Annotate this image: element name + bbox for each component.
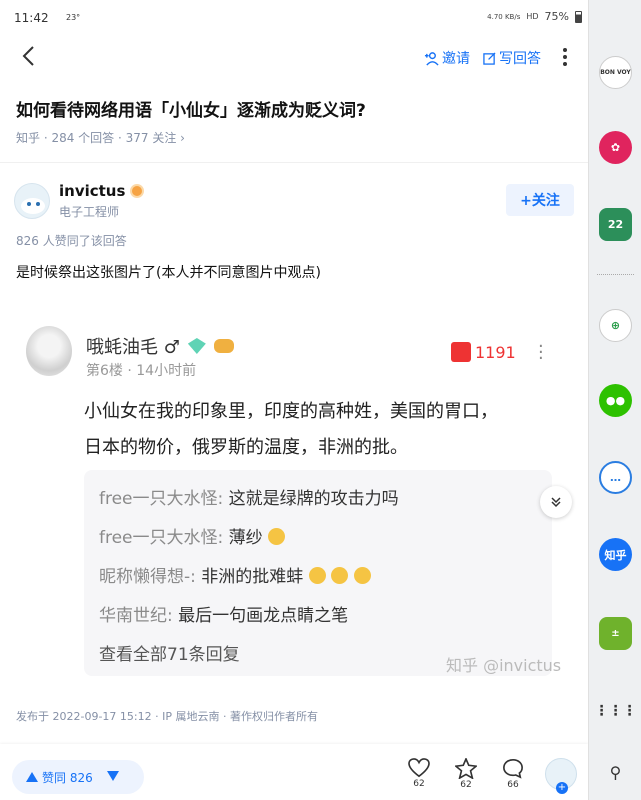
reply-item: free一只大水怪: 这就是绿牌的攻击力吗 [99,484,399,509]
author-job: 电子工程师 [59,205,120,219]
publish-info: 发布于 2022-09-17 15:12 · IP 属地云南 · 著作权归作者所… [16,710,318,723]
more-options-icon[interactable] [560,46,570,68]
like-count: 62 [413,779,425,789]
status-bar: 11:42 23° 4.70 KB/s HD 75% [0,0,588,36]
avatar-image [21,198,45,214]
calculator-app-icon[interactable]: ± [599,617,632,650]
star-icon [455,758,477,779]
invite-label: 邀请 [442,51,470,67]
status-icons: 4.70 KB/s HD 75% [487,10,582,23]
upvote-triangle-icon [26,772,38,782]
chat-app-icon[interactable]: … [599,461,632,494]
translate-app-icon[interactable]: ⊕ [599,309,632,342]
invite-button[interactable]: 邀请 [424,48,470,68]
top-bar: 邀请 写回答 [0,36,588,80]
bonvoy-app-icon[interactable]: BON VOY [599,56,632,89]
write-answer-button[interactable]: 写回答 [483,48,541,68]
question-title[interactable]: 如何看待网络用语「小仙女」逐渐成为贬义词? [16,96,576,121]
apps-grid-icon[interactable]: ⋮⋮⋮ [595,694,637,727]
side-dock: BON VOY ✿ 22 ⊕ ●● … 知乎 ± ⋮⋮⋮ ⚲ [588,0,641,800]
image-username: 哦蚝油毛 ♂ [86,337,180,358]
favorite-button[interactable]: 62 [451,758,481,790]
reply-item: free一只大水怪: 薄纱 [99,523,286,548]
pin-icon[interactable]: ⚲ [599,756,632,789]
reply-name: 昵称懒得想-: [99,567,196,587]
battery-percent: 75% [544,10,569,23]
comment-button[interactable]: 66 [498,758,528,790]
image-watermark: 知乎 @invictus [446,656,562,675]
reply-text: 最后一句画龙点睛之笔 [172,606,349,626]
author-name-row[interactable]: invictus [59,182,145,200]
comment-icon [503,759,523,779]
image-like: 1191 [451,342,516,362]
downvote-triangle-icon [107,771,119,781]
status-temperature: 23° [66,13,81,22]
zhihu-app-label: 知乎 [604,548,627,562]
network-type: HD [526,12,539,21]
calendar-app-icon[interactable]: 22 [599,208,632,241]
author-badge-icon [130,184,145,198]
reply-name: 华南世纪: [99,606,173,626]
reply-name: free一只大水怪: [99,528,224,548]
image-like-count: 1191 [475,342,516,362]
status-time: 11:42 [14,11,49,25]
image-body-line: 日本的物价，俄罗斯的温度，非洲的批。 [84,437,408,458]
view-all-replies: 查看全部71条回复 [99,645,240,665]
expand-chevron-icon[interactable] [540,486,572,518]
reply-item: 昵称懒得想-: 非洲的批难蚌 [99,562,371,587]
gem-badge-icon [187,338,206,354]
image-more-icon: · · · [538,336,544,369]
dock-separator [597,274,634,275]
flower-app-icon[interactable]: ✿ [599,131,632,164]
calendar-day: 22 [607,218,624,231]
answer-text: 是时候祭出这张图片了(本人并不同意图片中观点) [16,265,321,281]
question-meta[interactable]: 知乎 · 284 个回答 · 377 关注 › [16,129,185,146]
vote-pill: 赞同 826 [12,760,144,794]
likes-note: 826 人赞同了该回答 [16,234,127,248]
comment-count: 66 [507,780,519,790]
bonvoy-label: BON VOY [600,69,631,76]
downvote-button[interactable] [107,770,119,784]
image-body-line: 小仙女在我的印象里，印度的高种姓，美国的胃口， [84,401,498,422]
image-user-avatar [26,326,72,376]
wechat-app-icon[interactable]: ●● [599,384,632,417]
image-username-row: 哦蚝油毛 ♂ [86,333,234,359]
thumbs-up-icon [451,342,471,362]
bottom-action-bar: 赞同 826 62 62 66 + [0,744,588,800]
write-answer-label: 写回答 [499,51,541,67]
image-replies: free一只大水怪: 这就是绿牌的攻击力吗 free一只大水怪: 薄纱 昵称懒得… [84,470,552,676]
author-name: invictus [59,182,126,200]
reply-name: free一只大水怪: [99,489,224,509]
heart-icon [408,758,430,778]
emoji-icon [268,528,286,545]
like-button[interactable]: 62 [404,758,434,789]
divider [0,162,588,163]
image-floor-time: 第6楼 · 14小时前 [86,363,197,379]
emoji-icon [353,567,371,584]
reply-text: 非洲的批难蚌 [195,567,304,587]
follow-button[interactable]: +关注 [506,184,574,216]
reply-text: 薄纱 [223,528,263,548]
zhihu-app-icon[interactable]: 知乎 [599,538,632,571]
emoji-icon [331,567,349,584]
reply-item: 华南世纪: 最后一句画龙点睛之笔 [99,601,348,626]
network-speed: 4.70 KB/s [487,12,521,21]
author-avatar[interactable] [14,183,50,219]
gamepad-icon [213,339,234,353]
favorite-count: 62 [460,780,472,790]
plus-icon: + [556,782,568,794]
battery-icon [575,10,582,23]
upvote-button[interactable]: 赞同 826 [12,769,107,786]
reply-text: 这就是绿牌的攻击力吗 [223,489,399,509]
edit-icon [483,51,496,65]
invite-person-icon [424,51,439,66]
emoji-icon [308,567,326,584]
upvote-label: 赞同 826 [42,770,93,785]
image-body: 小仙女在我的印象里，印度的高种姓，美国的胃口， 日本的物价，俄罗斯的温度，非洲的… [84,394,564,466]
back-arrow-icon[interactable] [18,44,42,68]
answer-image[interactable]: 哦蚝油毛 ♂ 第6楼 · 14小时前 1191 · · · 小仙女在我的印象里，印度… [16,300,572,695]
